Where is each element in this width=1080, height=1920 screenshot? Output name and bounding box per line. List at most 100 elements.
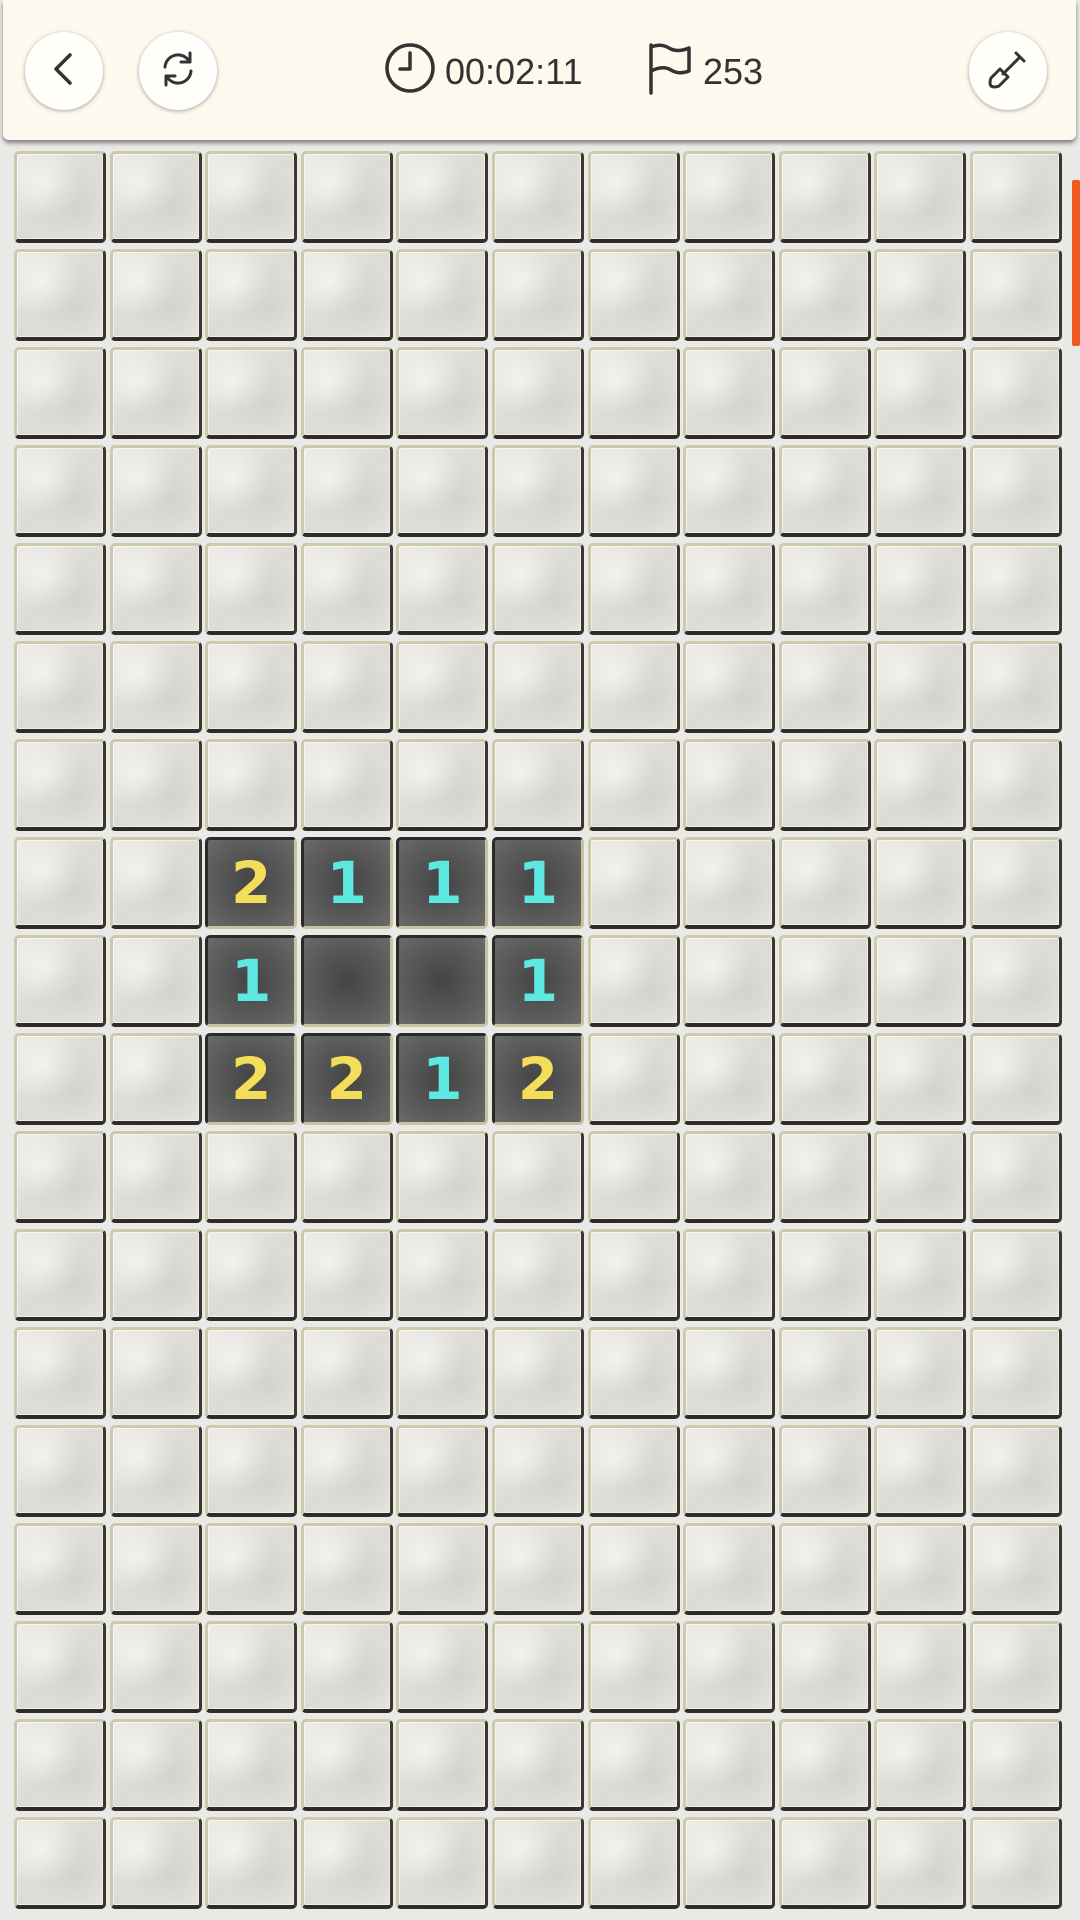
hidden-cell[interactable] — [109, 739, 202, 831]
hidden-cell[interactable] — [109, 543, 202, 635]
hidden-cell[interactable] — [300, 151, 393, 243]
hidden-cell[interactable] — [683, 935, 776, 1027]
hidden-cell[interactable] — [109, 1817, 202, 1909]
hidden-cell[interactable] — [491, 739, 584, 831]
hidden-cell[interactable] — [14, 445, 106, 537]
hidden-cell[interactable] — [396, 1719, 489, 1811]
hidden-cell[interactable] — [683, 1229, 776, 1321]
hidden-cell[interactable] — [300, 1523, 393, 1615]
hidden-cell[interactable] — [587, 445, 680, 537]
hidden-cell[interactable] — [14, 1719, 106, 1811]
hidden-cell[interactable] — [874, 837, 967, 929]
hidden-cell[interactable] — [205, 445, 298, 537]
hidden-cell[interactable] — [396, 1131, 489, 1223]
hidden-cell[interactable] — [587, 1425, 680, 1517]
hidden-cell[interactable] — [587, 151, 680, 243]
hidden-cell[interactable] — [587, 543, 680, 635]
hidden-cell[interactable] — [396, 1621, 489, 1713]
hidden-cell[interactable] — [14, 935, 106, 1027]
revealed-cell[interactable]: 2 — [300, 1033, 393, 1125]
hidden-cell[interactable] — [587, 1327, 680, 1419]
hidden-cell[interactable] — [587, 1817, 680, 1909]
hidden-cell[interactable] — [969, 1131, 1062, 1223]
hidden-cell[interactable] — [969, 641, 1062, 733]
hidden-cell[interactable] — [587, 935, 680, 1027]
hidden-cell[interactable] — [969, 445, 1062, 537]
hidden-cell[interactable] — [969, 543, 1062, 635]
hidden-cell[interactable] — [396, 739, 489, 831]
revealed-cell[interactable] — [396, 935, 489, 1027]
hidden-cell[interactable] — [874, 1327, 967, 1419]
hidden-cell[interactable] — [396, 1229, 489, 1321]
hidden-cell[interactable] — [874, 1621, 967, 1713]
revealed-cell[interactable] — [300, 935, 393, 1027]
hidden-cell[interactable] — [683, 1621, 776, 1713]
hidden-cell[interactable] — [874, 1523, 967, 1615]
hidden-cell[interactable] — [14, 1131, 106, 1223]
hidden-cell[interactable] — [587, 347, 680, 439]
hidden-cell[interactable] — [14, 249, 106, 341]
hidden-cell[interactable] — [109, 1229, 202, 1321]
hidden-cell[interactable] — [14, 151, 106, 243]
hidden-cell[interactable] — [874, 641, 967, 733]
hidden-cell[interactable] — [205, 1425, 298, 1517]
hidden-cell[interactable] — [109, 1621, 202, 1713]
dig-mode-button[interactable] — [969, 32, 1047, 110]
hidden-cell[interactable] — [109, 151, 202, 243]
hidden-cell[interactable] — [969, 935, 1062, 1027]
hidden-cell[interactable] — [491, 1229, 584, 1321]
hidden-cell[interactable] — [874, 249, 967, 341]
hidden-cell[interactable] — [874, 935, 967, 1027]
revealed-cell[interactable]: 2 — [205, 1033, 298, 1125]
hidden-cell[interactable] — [205, 1229, 298, 1321]
hidden-cell[interactable] — [396, 1425, 489, 1517]
hidden-cell[interactable] — [491, 1817, 584, 1909]
hidden-cell[interactable] — [300, 641, 393, 733]
hidden-cell[interactable] — [874, 739, 967, 831]
hidden-cell[interactable] — [14, 641, 106, 733]
hidden-cell[interactable] — [396, 445, 489, 537]
hidden-cell[interactable] — [109, 1425, 202, 1517]
hidden-cell[interactable] — [109, 641, 202, 733]
hidden-cell[interactable] — [587, 1033, 680, 1125]
hidden-cell[interactable] — [778, 1425, 871, 1517]
hidden-cell[interactable] — [205, 151, 298, 243]
hidden-cell[interactable] — [396, 543, 489, 635]
hidden-cell[interactable] — [14, 347, 106, 439]
hidden-cell[interactable] — [683, 1425, 776, 1517]
hidden-cell[interactable] — [874, 445, 967, 537]
hidden-cell[interactable] — [300, 1425, 393, 1517]
hidden-cell[interactable] — [396, 249, 489, 341]
hidden-cell[interactable] — [300, 1327, 393, 1419]
hidden-cell[interactable] — [491, 1523, 584, 1615]
hidden-cell[interactable] — [300, 1621, 393, 1713]
hidden-cell[interactable] — [969, 1621, 1062, 1713]
revealed-cell[interactable]: 1 — [396, 837, 489, 929]
hidden-cell[interactable] — [491, 1425, 584, 1517]
hidden-cell[interactable] — [109, 935, 202, 1027]
hidden-cell[interactable] — [491, 1131, 584, 1223]
hidden-cell[interactable] — [109, 1327, 202, 1419]
hidden-cell[interactable] — [683, 1817, 776, 1909]
hidden-cell[interactable] — [109, 837, 202, 929]
hidden-cell[interactable] — [874, 1425, 967, 1517]
scrollbar-thumb[interactable] — [1072, 180, 1080, 346]
hidden-cell[interactable] — [14, 1425, 106, 1517]
hidden-cell[interactable] — [14, 739, 106, 831]
hidden-cell[interactable] — [14, 543, 106, 635]
hidden-cell[interactable] — [491, 1327, 584, 1419]
hidden-cell[interactable] — [14, 1621, 106, 1713]
hidden-cell[interactable] — [300, 1229, 393, 1321]
hidden-cell[interactable] — [205, 347, 298, 439]
hidden-cell[interactable] — [109, 249, 202, 341]
hidden-cell[interactable] — [396, 1817, 489, 1909]
hidden-cell[interactable] — [969, 1425, 1062, 1517]
hidden-cell[interactable] — [683, 151, 776, 243]
hidden-cell[interactable] — [969, 1523, 1062, 1615]
hidden-cell[interactable] — [683, 837, 776, 929]
hidden-cell[interactable] — [109, 1131, 202, 1223]
hidden-cell[interactable] — [778, 1817, 871, 1909]
hidden-cell[interactable] — [778, 347, 871, 439]
hidden-cell[interactable] — [491, 543, 584, 635]
hidden-cell[interactable] — [491, 1719, 584, 1811]
